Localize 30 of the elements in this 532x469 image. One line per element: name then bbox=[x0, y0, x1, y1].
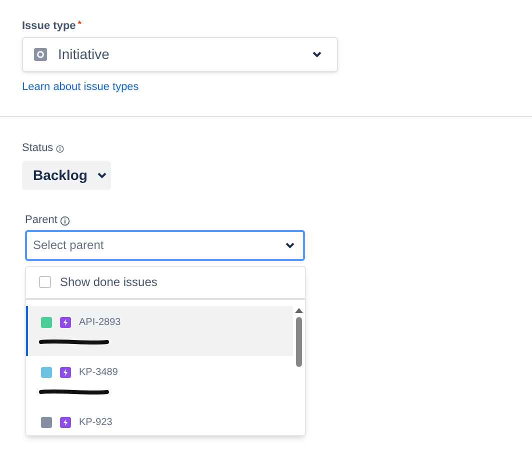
field-label: Parent bbox=[25, 213, 58, 228]
select-value: Initiative bbox=[58, 45, 110, 64]
issue-type-icon bbox=[34, 48, 47, 61]
scrollbar-thumb[interactable] bbox=[296, 316, 302, 366]
lightning-icon bbox=[60, 316, 71, 328]
scroll-up-icon[interactable] bbox=[295, 308, 303, 312]
status-button[interactable]: Backlog bbox=[22, 160, 111, 190]
parent-option[interactable]: API-2893 bbox=[26, 306, 293, 356]
redaction-mark bbox=[39, 338, 109, 344]
chevron-down-icon bbox=[285, 242, 295, 248]
issue-type-select[interactable]: Initiative bbox=[22, 37, 338, 72]
issue-key: KP-3489 bbox=[79, 364, 118, 380]
field-label: Status bbox=[22, 141, 54, 156]
chevron-down-icon bbox=[97, 172, 108, 178]
issue-key: KP-923 bbox=[79, 414, 112, 430]
chevron-down-icon bbox=[312, 51, 322, 58]
parent-option[interactable]: KP-923 bbox=[26, 406, 293, 434]
lightning-icon bbox=[60, 416, 71, 428]
checkbox-label: Show done issues bbox=[60, 274, 158, 291]
required-mark: * bbox=[78, 18, 82, 31]
issue-key: API-2893 bbox=[79, 314, 121, 330]
checkbox[interactable] bbox=[39, 276, 51, 288]
parent-select[interactable]: Select parent bbox=[25, 230, 305, 260]
redaction-mark bbox=[39, 388, 109, 394]
parent-option[interactable]: KP-3489 bbox=[26, 356, 293, 406]
field-label: Issue type bbox=[22, 19, 76, 32]
info-icon bbox=[56, 144, 64, 152]
lightning-icon bbox=[60, 366, 71, 378]
info-icon bbox=[60, 216, 70, 226]
learn-link[interactable]: Learn about issue types bbox=[22, 79, 139, 96]
